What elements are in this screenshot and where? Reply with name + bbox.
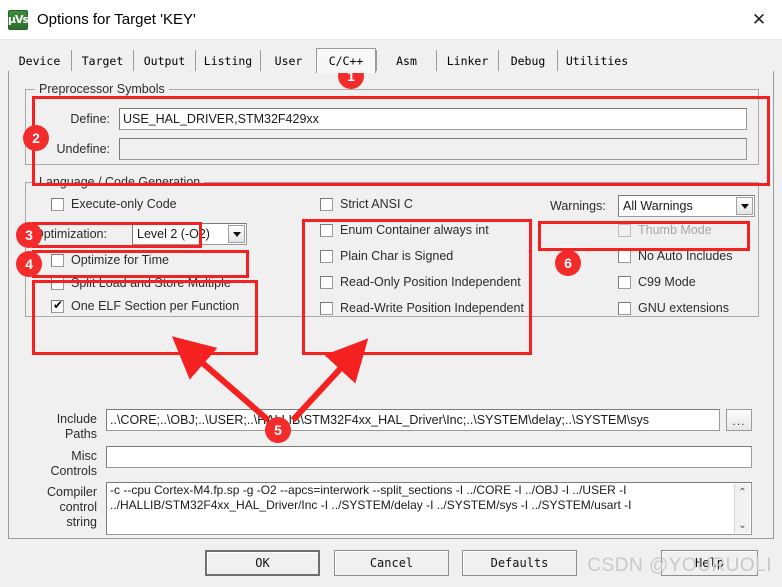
compiler-control-string-label-line1: Compiler <box>46 485 97 499</box>
tab-output[interactable]: Output <box>133 50 195 71</box>
scroll-up-icon[interactable]: ⌃ <box>735 484 751 500</box>
window-title: Options for Target 'KEY' <box>37 11 196 28</box>
annotation-badge-3: 3 <box>16 222 42 248</box>
compiler-control-string-line-2: ../HALLIB/STM32F4xx_HAL_Driver/Inc -I ..… <box>110 498 632 512</box>
close-icon[interactable]: ✕ <box>736 0 782 39</box>
plain-char-is-signed-box <box>320 249 333 263</box>
split-load-and-store-multiple-label: Split Load and Store Multiple <box>71 276 231 290</box>
checkbox-gnu-extensions[interactable]: GNU extensions <box>618 301 729 315</box>
checkbox-execute-only-code[interactable]: Execute-only Code <box>51 197 177 211</box>
thumb-mode-box <box>618 223 631 237</box>
tab-debug[interactable]: Debug <box>498 50 557 71</box>
one-elf-section-per-function-label: One ELF Section per Function <box>71 299 240 313</box>
uvision-icon-glyph: µVs <box>7 13 29 26</box>
tab-user[interactable]: User <box>260 50 316 71</box>
read-write-position-independent-box <box>320 301 333 315</box>
language-code-generation-group: Language / Code Generation Execute-only … <box>25 175 759 317</box>
split-load-and-store-multiple-box <box>51 276 64 290</box>
checkbox-split-load-and-store-multiple[interactable]: Split Load and Store Multiple <box>51 276 231 290</box>
tab-c-cpp[interactable]: C/C++ <box>316 48 376 73</box>
checkbox-optimize-for-time[interactable]: Optimize for Time <box>51 253 169 267</box>
optimize-for-time-box <box>51 253 64 267</box>
compiler-control-string-line-1: -c --cpu Cortex-M4.fp.sp -g -O2 --apcs=i… <box>110 483 627 497</box>
warnings-label: Warnings: <box>550 199 606 213</box>
tab-device[interactable]: Device <box>8 50 71 71</box>
checkbox-strict-ansi-c[interactable]: Strict ANSI C <box>320 197 413 211</box>
checkbox-read-only-position-independent[interactable]: Read-Only Position Independent <box>320 275 521 289</box>
gnu-extensions-label: GNU extensions <box>638 301 730 315</box>
include-paths-browse-button[interactable]: ... <box>726 409 752 431</box>
cancel-button[interactable]: Cancel <box>334 550 449 576</box>
optimization-value: Level 2 (-O2) <box>137 227 210 241</box>
annotation-badge-5: 5 <box>265 417 291 443</box>
scroll-down-icon[interactable]: ⌄ <box>735 517 751 533</box>
compiler-control-string-label-line3: string <box>66 515 97 529</box>
define-label: Define: <box>70 112 110 126</box>
defaults-button[interactable]: Defaults <box>462 550 577 576</box>
undefine-label: Undefine: <box>56 142 110 156</box>
undefine-input[interactable] <box>119 138 747 160</box>
compiler-control-string-label-line2: control <box>59 500 97 514</box>
checkbox-enum-container-always-int[interactable]: Enum Container always int <box>320 223 489 237</box>
compiler-control-string-scrollbar[interactable]: ⌃ ⌄ <box>734 484 750 533</box>
tab-asm[interactable]: Asm <box>376 50 436 71</box>
execute-only-code-box <box>51 197 64 211</box>
execute-only-code-label: Execute-only Code <box>71 197 177 211</box>
enum-container-always-int-box <box>320 223 333 237</box>
preprocessor-symbols-group: Preprocessor Symbols Define: USE_HAL_DRI… <box>25 82 759 165</box>
c99-mode-box <box>618 275 631 289</box>
no-auto-includes-box <box>618 249 631 263</box>
strict-ansi-c-box <box>320 197 333 211</box>
tab-strip: Device Target Output Listing User C/C++ … <box>8 48 774 73</box>
annotation-badge-4: 4 <box>16 251 42 277</box>
optimization-label: Optimization: <box>34 227 107 241</box>
options-dialog: Device Target Output Listing User C/C++ … <box>0 40 782 587</box>
one-elf-section-per-function-box: ✔ <box>51 297 64 313</box>
optimization-select[interactable]: Level 2 (-O2) <box>132 223 247 245</box>
include-paths-input[interactable]: ..\CORE;..\OBJ;..\USER;..\HALLIB\STM32F4… <box>106 409 720 431</box>
language-code-generation-legend: Language / Code Generation <box>35 175 205 189</box>
tab-linker[interactable]: Linker <box>436 50 498 71</box>
chevron-down-icon-warnings[interactable] <box>736 197 753 215</box>
warnings-value: All Warnings <box>623 199 693 213</box>
preprocessor-symbols-legend: Preprocessor Symbols <box>35 82 169 96</box>
misc-controls-label-line1: Misc <box>71 449 97 463</box>
tab-target[interactable]: Target <box>71 50 133 71</box>
watermark-text: CSDN @YOURUOLI <box>587 555 772 576</box>
tab-utilities[interactable]: Utilities <box>557 50 636 71</box>
misc-controls-input[interactable] <box>106 446 752 468</box>
c99-mode-label: C99 Mode <box>638 275 696 289</box>
annotation-badge-6: 6 <box>555 250 581 276</box>
strict-ansi-c-label: Strict ANSI C <box>340 197 413 211</box>
read-only-position-independent-box <box>320 275 333 289</box>
uvision-icon: µVs <box>7 9 29 30</box>
no-auto-includes-label: No Auto Includes <box>638 249 733 263</box>
read-write-position-independent-label: Read-Write Position Independent <box>340 301 524 315</box>
compiler-control-string-textarea[interactable]: -c --cpu Cortex-M4.fp.sp -g -O2 --apcs=i… <box>106 482 752 535</box>
tab-listing[interactable]: Listing <box>195 50 260 71</box>
checkbox-thumb-mode: Thumb Mode <box>618 223 712 237</box>
thumb-mode-label: Thumb Mode <box>638 223 712 237</box>
read-only-position-independent-label: Read-Only Position Independent <box>340 275 521 289</box>
define-input[interactable]: USE_HAL_DRIVER,STM32F429xx <box>119 108 747 130</box>
checkbox-c99-mode[interactable]: C99 Mode <box>618 275 696 289</box>
optimize-for-time-label: Optimize for Time <box>71 253 169 267</box>
checkbox-read-write-position-independent[interactable]: Read-Write Position Independent <box>320 301 524 315</box>
c-cpp-tab-page: Preprocessor Symbols Define: USE_HAL_DRI… <box>8 71 774 539</box>
enum-container-always-int-label: Enum Container always int <box>340 223 489 237</box>
plain-char-is-signed-label: Plain Char is Signed <box>340 249 454 263</box>
annotation-badge-2: 2 <box>23 125 49 151</box>
checkbox-one-elf-section-per-function[interactable]: ✔ One ELF Section per Function <box>51 297 240 313</box>
include-paths-label-line2: Paths <box>65 427 97 441</box>
misc-controls-label-line2: Controls <box>50 464 97 478</box>
title-bar: µVs Options for Target 'KEY' ✕ <box>0 0 782 40</box>
checkbox-plain-char-is-signed[interactable]: Plain Char is Signed <box>320 249 453 263</box>
checkbox-no-auto-includes[interactable]: No Auto Includes <box>618 249 733 263</box>
include-paths-label-line1: Include <box>56 412 97 426</box>
warnings-select[interactable]: All Warnings <box>618 195 755 217</box>
ok-button[interactable]: OK <box>205 550 320 576</box>
chevron-down-icon-optimization[interactable] <box>228 225 245 243</box>
gnu-extensions-box <box>618 301 631 315</box>
